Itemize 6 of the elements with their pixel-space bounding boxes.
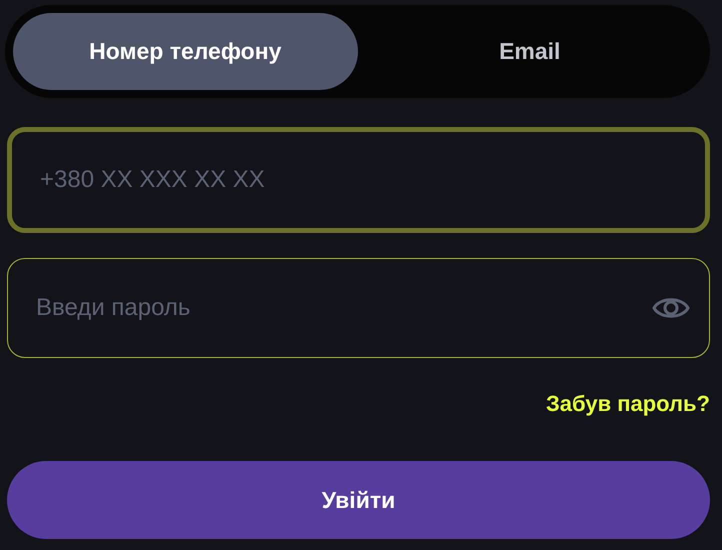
tab[interactable]: Email [358,13,702,90]
forgot-password-link[interactable]: Забув пароль? [546,391,710,417]
login-button[interactable]: Увійти [7,461,710,539]
password-input-field[interactable]: Введи пароль [7,258,710,358]
tab[interactable]: Номер телефону [13,13,358,90]
phone-input-field[interactable]: +380 XX XXX XX XX [7,127,710,233]
